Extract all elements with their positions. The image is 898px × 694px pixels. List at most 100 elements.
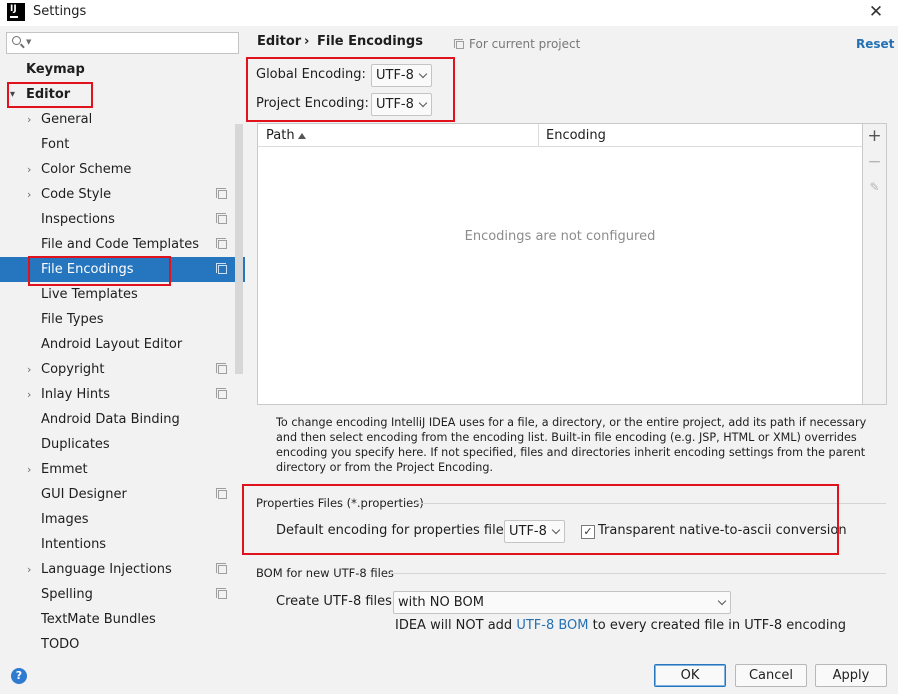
- properties-encoding-select[interactable]: UTF-8: [504, 520, 565, 543]
- project-scope-icon: [216, 238, 227, 249]
- sidebar-scrollbar[interactable]: [235, 124, 243, 374]
- sidebar-item-android-layout-editor[interactable]: Android Layout Editor: [0, 332, 235, 357]
- sidebar-item-spelling[interactable]: Spelling: [0, 582, 235, 607]
- sidebar-item-label: Color Scheme: [41, 162, 132, 177]
- sidebar-item-label: File and Code Templates: [41, 237, 199, 252]
- project-scope-icon: [216, 388, 227, 399]
- chevron-down-icon[interactable]: ▾: [10, 82, 15, 107]
- sidebar-item-language-injections[interactable]: › Language Injections: [0, 557, 235, 582]
- sidebar-item-label: File Encodings: [41, 262, 134, 277]
- utf8-bom-link[interactable]: UTF-8 BOM: [516, 618, 588, 633]
- bom-note-suffix: to every created file in UTF-8 encoding: [588, 618, 846, 633]
- edit-pencil-icon[interactable]: ✎: [863, 175, 886, 199]
- sidebar-item-file-encodings[interactable]: File Encodings: [0, 257, 245, 282]
- sidebar-item-inspections[interactable]: Inspections: [0, 207, 235, 232]
- settings-search-box[interactable]: ▼: [6, 32, 239, 54]
- sidebar-item-code-style[interactable]: › Code Style: [0, 182, 235, 207]
- sidebar-item-label: TODO: [41, 637, 80, 652]
- sidebar-item-label: Spelling: [41, 587, 93, 602]
- project-scope-icon: [216, 563, 227, 574]
- global-encoding-label: Global Encoding:: [256, 67, 366, 82]
- chevron-right-icon[interactable]: ›: [27, 382, 31, 407]
- bom-section-title: BOM for new UTF-8 files: [256, 566, 394, 580]
- sidebar-item-label: Android Layout Editor: [41, 337, 183, 352]
- sidebar-item-inlay-hints[interactable]: › Inlay Hints: [0, 382, 235, 407]
- chevron-right-icon[interactable]: ›: [27, 557, 31, 582]
- global-encoding-select[interactable]: UTF-8: [371, 64, 432, 87]
- chevron-right-icon[interactable]: ›: [27, 157, 31, 182]
- project-scope-icon: [216, 188, 227, 199]
- sidebar-item-editor[interactable]: ▾ Editor: [0, 82, 235, 107]
- chevron-right-icon[interactable]: ›: [27, 107, 31, 132]
- sidebar-item-copyright[interactable]: › Copyright: [0, 357, 235, 382]
- search-options-chevron-icon[interactable]: ▼: [26, 38, 31, 46]
- add-icon[interactable]: +: [863, 124, 886, 148]
- column-divider[interactable]: [538, 124, 539, 146]
- native-to-ascii-checkbox[interactable]: ✓: [581, 525, 595, 539]
- chevron-down-icon: [418, 69, 428, 79]
- chevron-right-icon[interactable]: ›: [27, 457, 31, 482]
- cancel-button[interactable]: Cancel: [735, 664, 807, 687]
- bom-select[interactable]: with NO BOM: [393, 591, 731, 614]
- sidebar-item-font[interactable]: Font: [0, 132, 235, 157]
- table-empty-text: Encodings are not configured: [464, 229, 656, 244]
- sidebar-item-intentions[interactable]: Intentions: [0, 532, 235, 557]
- breadcrumb-current: File Encodings: [317, 34, 423, 49]
- project-encoding-select[interactable]: UTF-8: [371, 93, 432, 116]
- sidebar-item-label: Code Style: [41, 187, 112, 202]
- project-scope-icon: [216, 488, 227, 499]
- sidebar-item-general[interactable]: › General: [0, 107, 235, 132]
- sidebar-item-file-types[interactable]: File Types: [0, 307, 235, 332]
- chevron-right-icon[interactable]: ›: [27, 357, 31, 382]
- breadcrumb-separator: ›: [304, 34, 310, 49]
- path-encoding-table[interactable]: Path Encoding Encodings are not configur…: [257, 123, 863, 405]
- properties-section-title: Properties Files (*.properties): [256, 496, 424, 510]
- create-utf8-label: Create UTF-8 files:: [276, 594, 397, 609]
- sidebar-item-label: Emmet: [41, 462, 88, 477]
- sidebar-item-label: Copyright: [41, 362, 105, 377]
- encoding-help-text: To change encoding IntelliJ IDEA uses fo…: [276, 416, 867, 474]
- section-divider: [390, 573, 886, 574]
- window-title: Settings: [33, 4, 87, 19]
- sidebar-item-images[interactable]: Images: [0, 507, 235, 532]
- project-scope-icon: [216, 213, 227, 224]
- sidebar-item-label: Language Injections: [41, 562, 172, 577]
- sidebar-item-file-and-code-templates[interactable]: File and Code Templates: [0, 232, 235, 257]
- close-icon[interactable]: ✕: [865, 1, 887, 23]
- search-icon: [12, 36, 21, 45]
- reset-link[interactable]: Reset: [856, 37, 894, 51]
- sidebar-item-label: TextMate Bundles: [41, 612, 156, 627]
- sidebar-item-keymap[interactable]: Keymap: [0, 57, 235, 82]
- ok-button[interactable]: OK: [654, 664, 726, 687]
- sidebar-item-duplicates[interactable]: Duplicates: [0, 432, 235, 457]
- remove-icon[interactable]: −: [863, 150, 886, 174]
- sidebar-item-live-templates[interactable]: Live Templates: [0, 282, 235, 307]
- sidebar-item-emmet[interactable]: › Emmet: [0, 457, 235, 482]
- properties-default-encoding-label: Default encoding for properties files:: [276, 523, 515, 538]
- breadcrumb-parent: Editor: [257, 34, 302, 49]
- column-header-encoding[interactable]: Encoding: [546, 128, 606, 143]
- scope-label: For current project: [469, 37, 581, 51]
- sidebar-item-label: Duplicates: [41, 437, 110, 452]
- bom-select-value: with NO BOM: [398, 595, 484, 610]
- sidebar-item-label: Keymap: [26, 62, 85, 77]
- help-icon[interactable]: ?: [11, 668, 27, 684]
- chevron-down-icon: [717, 596, 727, 606]
- chevron-right-icon[interactable]: ›: [27, 182, 31, 207]
- apply-button[interactable]: Apply: [815, 664, 887, 687]
- sidebar-item-gui-designer[interactable]: GUI Designer: [0, 482, 235, 507]
- bom-note: IDEA will NOT add UTF-8 BOM to every cre…: [395, 618, 846, 633]
- project-scope-icon: [216, 263, 227, 274]
- sidebar-item-android-data-binding[interactable]: Android Data Binding: [0, 407, 235, 432]
- settings-search-input[interactable]: [35, 34, 235, 52]
- settings-content: Editor › File Encodings For current proj…: [245, 26, 898, 656]
- native-to-ascii-label[interactable]: Transparent native-to-ascii conversion: [598, 523, 847, 538]
- title-bar: IJ Settings ✕: [0, 0, 898, 26]
- sidebar-item-color-scheme[interactable]: › Color Scheme: [0, 157, 235, 182]
- sidebar-item-label: GUI Designer: [41, 487, 127, 502]
- intellij-app-icon: IJ: [7, 3, 25, 21]
- sidebar-item-textmate-bundles[interactable]: TextMate Bundles: [0, 607, 235, 632]
- column-header-path[interactable]: Path: [266, 128, 295, 143]
- sidebar-item-todo[interactable]: TODO: [0, 632, 235, 656]
- project-scope-icon: [216, 363, 227, 374]
